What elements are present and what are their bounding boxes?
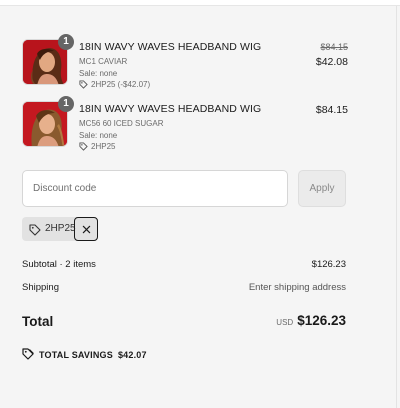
savings-label: TOTAL SAVINGS	[39, 350, 113, 360]
top-strip	[0, 0, 400, 6]
item-discount-code: 2HP25 (-$42.07)	[91, 80, 151, 89]
shipping-value: Enter shipping address	[248, 282, 346, 293]
item-price: $84.15	[315, 104, 348, 116]
currency-code: USD	[276, 318, 294, 327]
item-discount: 2HP25	[79, 142, 115, 151]
apply-button[interactable]: Apply	[298, 170, 346, 207]
tag-icon	[79, 142, 88, 151]
shipping-row: Shipping Enter shipping address	[22, 282, 346, 293]
total-amount-group: USD $126.23	[276, 313, 346, 328]
applied-discount-code: 2HP25	[45, 223, 76, 234]
original-price: $84.15	[320, 42, 348, 52]
tag-icon	[29, 223, 41, 241]
column-divider	[396, 6, 397, 408]
quantity-badge: 1	[58, 96, 74, 112]
total-amount: $126.23	[297, 313, 346, 328]
item-price: $42.08	[315, 56, 348, 68]
applied-discount-chip: 2HP25	[22, 217, 98, 241]
product-sale: Sale: none	[79, 69, 118, 78]
line-item: 1 18IN WAVY WAVES HEADBAND WIG MC56 60 I…	[22, 96, 348, 156]
savings-tag-icon	[22, 348, 34, 362]
line-item: 1 18IN WAVY WAVES HEADBAND WIG MC1 CAVIA…	[22, 34, 348, 94]
shipping-label: Shipping	[22, 282, 59, 293]
total-label: Total	[22, 314, 54, 329]
savings-value: $42.07	[117, 350, 147, 360]
product-sale: Sale: none	[79, 131, 118, 140]
subtotal-value: $126.23	[311, 259, 346, 270]
product-variant: MC56 60 ICED SUGAR	[79, 119, 164, 128]
quantity-badge: 1	[58, 34, 74, 50]
item-discount: 2HP25 (-$42.07)	[79, 80, 150, 89]
subtotal-row: Subtotal · 2 items $126.23	[22, 259, 346, 270]
tag-icon	[79, 80, 88, 89]
product-title: 18IN WAVY WAVES HEADBAND WIG	[79, 41, 262, 53]
discount-code-input[interactable]	[22, 170, 288, 207]
close-icon	[82, 222, 91, 237]
item-discount-code: 2HP25	[91, 142, 116, 151]
product-variant: MC1 CAVIAR	[79, 57, 128, 66]
total-savings: TOTAL SAVINGS $42.07	[22, 348, 147, 362]
product-title: 18IN WAVY WAVES HEADBAND WIG	[79, 103, 262, 115]
subtotal-label: Subtotal · 2 items	[22, 259, 96, 270]
remove-discount-button[interactable]	[74, 217, 98, 241]
